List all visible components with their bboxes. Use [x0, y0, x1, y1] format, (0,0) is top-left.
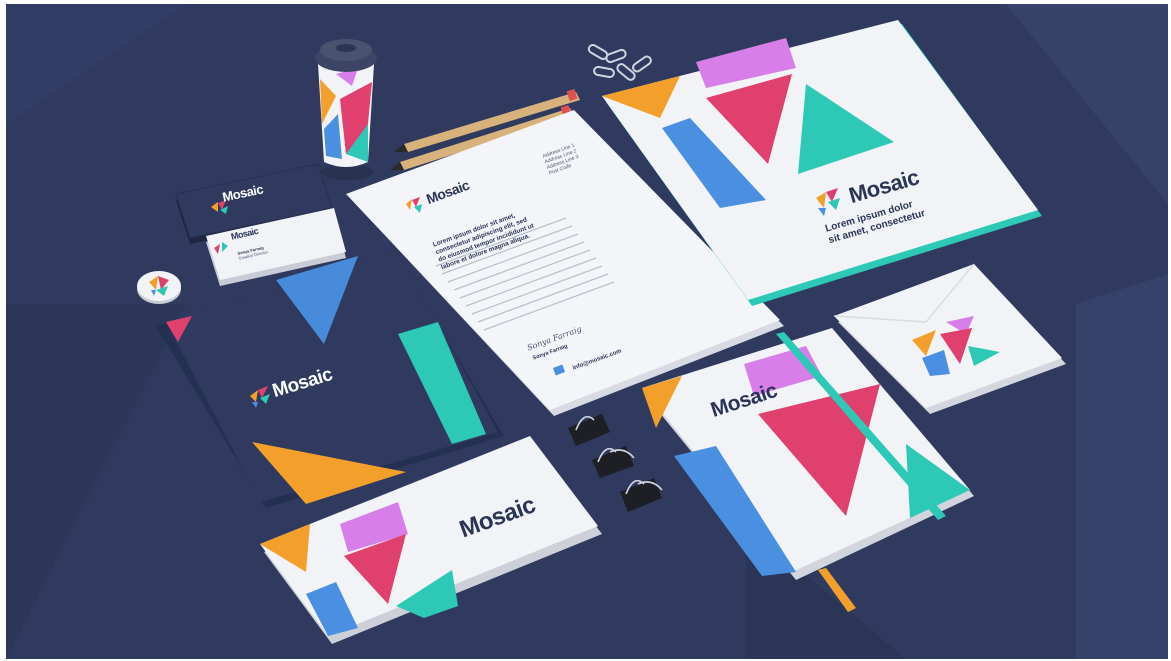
binder-clips	[568, 414, 663, 512]
mockup-scene: Mosaic Mosaic Sonya Farraig Creative Dir…	[6, 4, 1168, 659]
stationery-mockup	[6, 4, 1168, 659]
badge-pin	[137, 271, 181, 304]
bg-shape	[6, 4, 186, 124]
bg-shape	[1006, 4, 1168, 204]
bg-shape	[1076, 274, 1168, 659]
bg-shape	[6, 304, 186, 659]
paper-clips	[587, 44, 652, 81]
coffee-cup	[315, 39, 377, 180]
